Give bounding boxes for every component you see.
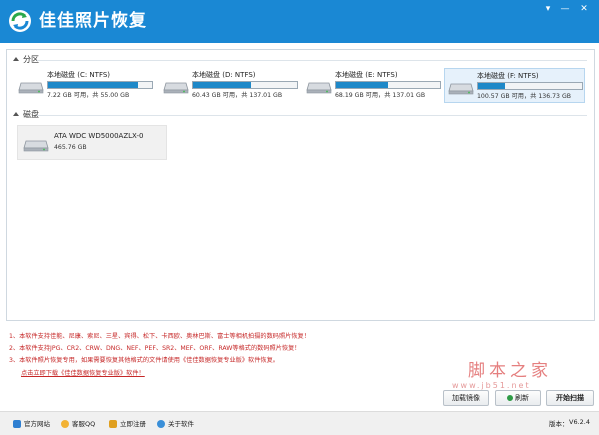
note-3: 3、本软件照片恢复专用，如果需要恢复其他格式的文件请使用《佳佳数据恢复专业版》软… [9,357,279,364]
support-qq-label: 客服QQ [72,420,96,428]
version-label: 版本： [549,420,569,428]
hard-drive-icon [18,82,44,94]
disk-name: ATA WDC WD5000AZLX-0 [54,132,144,140]
about-link[interactable]: 关于软件 [157,418,194,428]
divider [37,60,587,61]
partition-name: 本地磁盘 (E: NTFS) [335,71,398,79]
support-qq-link[interactable]: 客服QQ [61,418,95,428]
hard-drive-icon [448,83,474,95]
minimize-button[interactable]: — [558,4,572,15]
partition-e[interactable]: 本地磁盘 (E: NTFS) 68.19 GB 可用，共 137.01 GB [303,68,442,101]
partition-f[interactable]: 本地磁盘 (F: NTFS) 100.57 GB 可用，共 136.73 GB [444,68,585,103]
official-website-link[interactable]: 官方网站 [13,418,50,428]
usage-bar [335,81,441,89]
watermark-url: www.jb51.net [452,381,531,390]
app-title: 佳佳照片恢复 [39,11,147,31]
info-icon [157,420,165,428]
partition-d[interactable]: 本地磁盘 (D: NTFS) 60.43 GB 可用，共 137.01 GB [160,68,299,101]
partition-space: 60.43 GB 可用，共 137.01 GB [192,92,283,99]
note-1: 1、本软件支持佳能、尼康、索尼、三星、宾得、松下、卡西欧、奥林巴斯、富士等相机拍… [9,333,310,340]
hard-drive-icon [306,82,332,94]
usage-fill [336,82,388,88]
official-website-label: 官方网站 [24,420,50,428]
partition-name: 本地磁盘 (D: NTFS) [192,71,256,79]
usage-fill [48,82,139,88]
register-label: 立即注册 [120,420,146,428]
drive-panel: 分区 本地磁盘 (C: NTFS) 7.22 GB 可用，共 55.00 GB … [6,49,595,321]
hard-drive-icon [163,82,189,94]
app-window: 佳佳照片恢复 ▾ — ✕ 分区 本地磁盘 (C: NTFS) 7.22 GB 可… [0,0,599,435]
start-scan-button[interactable]: 开始扫描 [546,390,594,406]
close-button[interactable]: ✕ [577,4,591,15]
globe-icon [13,420,21,428]
partition-name: 本地磁盘 (F: NTFS) [477,72,539,80]
partition-space: 68.19 GB 可用，共 137.01 GB [335,92,426,99]
disks-header[interactable]: 磁盘 [13,109,39,121]
load-image-label: 加载镜像 [452,394,480,402]
refresh-label: 刷新 [515,394,529,402]
partition-space: 7.22 GB 可用，共 55.00 GB [47,92,130,99]
collapse-triangle-icon [13,57,19,61]
watermark-text: 脚本之家 [468,361,552,381]
qq-penguin-icon [61,420,69,428]
version-value: V6.2.4 [569,418,590,426]
register-link[interactable]: 立即注册 [109,418,146,428]
disk-item[interactable]: ATA WDC WD5000AZLX-0 465.76 GB [17,125,167,160]
hard-drive-icon [23,140,49,152]
refresh-icon [507,395,513,401]
usage-fill [478,83,506,89]
disk-size: 465.76 GB [54,144,87,151]
usage-fill [193,82,252,88]
usage-bar [477,82,583,90]
footer-bar: 官方网站 客服QQ 立即注册 关于软件 版本： V6.2.4 [0,411,599,435]
download-pro-link[interactable]: 点击立即下载《佳佳数据恢复专业版》软件！ [21,368,145,377]
menu-chevron-icon[interactable]: ▾ [541,4,555,15]
refresh-button[interactable]: 刷新 [495,390,541,406]
note-2: 2、本软件支持JPG、CR2、CRW、DNG、NEF、PEF、SR2、MEF、O… [9,345,301,352]
key-icon [109,420,117,428]
divider [37,115,587,116]
app-logo-icon [9,10,31,32]
partition-name: 本地磁盘 (C: NTFS) [47,71,111,79]
usage-bar [47,81,153,89]
partition-c[interactable]: 本地磁盘 (C: NTFS) 7.22 GB 可用，共 55.00 GB [15,68,154,101]
load-image-button[interactable]: 加载镜像 [443,390,489,406]
collapse-triangle-icon [13,112,19,116]
title-bar: 佳佳照片恢复 ▾ — ✕ [0,0,599,43]
start-scan-label: 开始扫描 [556,394,584,402]
partition-space: 100.57 GB 可用，共 136.73 GB [477,93,571,100]
usage-bar [192,81,298,89]
partitions-header[interactable]: 分区 [13,54,39,66]
about-label: 关于软件 [168,420,194,428]
